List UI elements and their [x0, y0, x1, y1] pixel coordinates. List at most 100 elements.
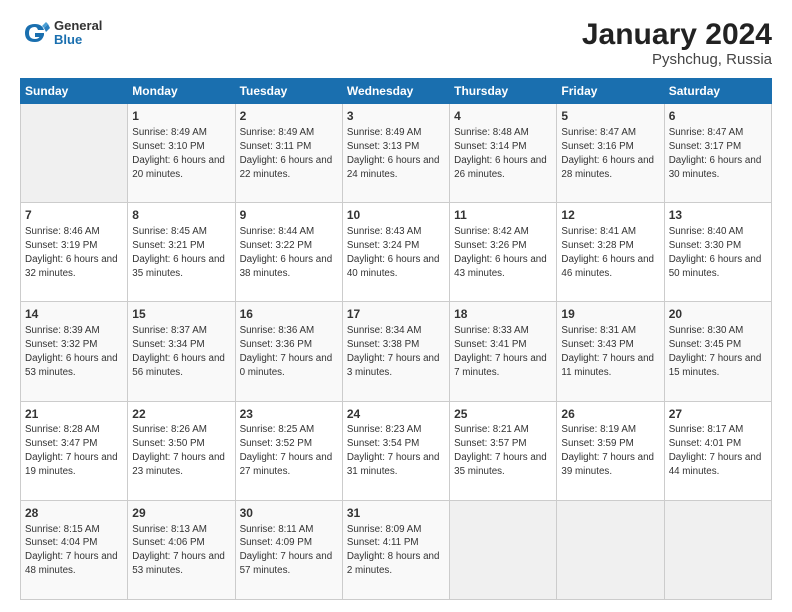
logo-icon	[20, 18, 50, 48]
cell-info: Sunrise: 8:45 AM Sunset: 3:21 PM Dayligh…	[132, 225, 230, 281]
cell-info: Sunrise: 8:28 AM Sunset: 3:47 PM Dayligh…	[25, 423, 123, 479]
day-number: 28	[25, 505, 123, 522]
day-number: 12	[561, 207, 659, 224]
day-number: 17	[347, 306, 445, 323]
cell-info: Sunrise: 8:19 AM Sunset: 3:59 PM Dayligh…	[561, 423, 659, 479]
page-title: January 2024	[582, 18, 772, 51]
day-number: 10	[347, 207, 445, 224]
cell-info: Sunrise: 8:11 AM Sunset: 4:09 PM Dayligh…	[240, 523, 338, 579]
cell-info: Sunrise: 8:30 AM Sunset: 3:45 PM Dayligh…	[669, 324, 767, 380]
day-number: 16	[240, 306, 338, 323]
calendar-cell: 2Sunrise: 8:49 AM Sunset: 3:11 PM Daylig…	[235, 104, 342, 203]
calendar-cell: 5Sunrise: 8:47 AM Sunset: 3:16 PM Daylig…	[557, 104, 664, 203]
weekday-header: Tuesday	[235, 79, 342, 104]
calendar-cell: 31Sunrise: 8:09 AM Sunset: 4:11 PM Dayli…	[342, 500, 449, 599]
cell-info: Sunrise: 8:44 AM Sunset: 3:22 PM Dayligh…	[240, 225, 338, 281]
calendar-cell: 30Sunrise: 8:11 AM Sunset: 4:09 PM Dayli…	[235, 500, 342, 599]
calendar-cell: 6Sunrise: 8:47 AM Sunset: 3:17 PM Daylig…	[664, 104, 771, 203]
calendar-week-row: 1Sunrise: 8:49 AM Sunset: 3:10 PM Daylig…	[21, 104, 772, 203]
calendar-cell: 8Sunrise: 8:45 AM Sunset: 3:21 PM Daylig…	[128, 203, 235, 302]
day-number: 11	[454, 207, 552, 224]
calendar-header-row: SundayMondayTuesdayWednesdayThursdayFrid…	[21, 79, 772, 104]
calendar-week-row: 14Sunrise: 8:39 AM Sunset: 3:32 PM Dayli…	[21, 302, 772, 401]
day-number: 14	[25, 306, 123, 323]
calendar-cell: 14Sunrise: 8:39 AM Sunset: 3:32 PM Dayli…	[21, 302, 128, 401]
cell-info: Sunrise: 8:15 AM Sunset: 4:04 PM Dayligh…	[25, 523, 123, 579]
day-number: 27	[669, 406, 767, 423]
day-number: 15	[132, 306, 230, 323]
calendar-cell: 10Sunrise: 8:43 AM Sunset: 3:24 PM Dayli…	[342, 203, 449, 302]
logo: General Blue	[20, 18, 102, 48]
calendar-cell: 23Sunrise: 8:25 AM Sunset: 3:52 PM Dayli…	[235, 401, 342, 500]
day-number: 8	[132, 207, 230, 224]
calendar-cell: 1Sunrise: 8:49 AM Sunset: 3:10 PM Daylig…	[128, 104, 235, 203]
day-number: 21	[25, 406, 123, 423]
calendar-cell: 4Sunrise: 8:48 AM Sunset: 3:14 PM Daylig…	[450, 104, 557, 203]
cell-info: Sunrise: 8:46 AM Sunset: 3:19 PM Dayligh…	[25, 225, 123, 281]
calendar-cell: 15Sunrise: 8:37 AM Sunset: 3:34 PM Dayli…	[128, 302, 235, 401]
weekday-header: Monday	[128, 79, 235, 104]
calendar-cell: 3Sunrise: 8:49 AM Sunset: 3:13 PM Daylig…	[342, 104, 449, 203]
day-number: 26	[561, 406, 659, 423]
calendar-cell	[21, 104, 128, 203]
day-number: 25	[454, 406, 552, 423]
cell-info: Sunrise: 8:41 AM Sunset: 3:28 PM Dayligh…	[561, 225, 659, 281]
cell-info: Sunrise: 8:34 AM Sunset: 3:38 PM Dayligh…	[347, 324, 445, 380]
cell-info: Sunrise: 8:09 AM Sunset: 4:11 PM Dayligh…	[347, 523, 445, 579]
calendar-cell: 20Sunrise: 8:30 AM Sunset: 3:45 PM Dayli…	[664, 302, 771, 401]
cell-info: Sunrise: 8:40 AM Sunset: 3:30 PM Dayligh…	[669, 225, 767, 281]
weekday-header: Wednesday	[342, 79, 449, 104]
calendar-week-row: 7Sunrise: 8:46 AM Sunset: 3:19 PM Daylig…	[21, 203, 772, 302]
page-subtitle: Pyshchug, Russia	[582, 51, 772, 68]
calendar-cell: 22Sunrise: 8:26 AM Sunset: 3:50 PM Dayli…	[128, 401, 235, 500]
cell-info: Sunrise: 8:21 AM Sunset: 3:57 PM Dayligh…	[454, 423, 552, 479]
calendar-cell: 26Sunrise: 8:19 AM Sunset: 3:59 PM Dayli…	[557, 401, 664, 500]
cell-info: Sunrise: 8:13 AM Sunset: 4:06 PM Dayligh…	[132, 523, 230, 579]
logo-line1: General	[54, 19, 102, 33]
calendar-cell: 21Sunrise: 8:28 AM Sunset: 3:47 PM Dayli…	[21, 401, 128, 500]
calendar-cell: 28Sunrise: 8:15 AM Sunset: 4:04 PM Dayli…	[21, 500, 128, 599]
day-number: 1	[132, 108, 230, 125]
calendar-cell: 13Sunrise: 8:40 AM Sunset: 3:30 PM Dayli…	[664, 203, 771, 302]
calendar-cell: 11Sunrise: 8:42 AM Sunset: 3:26 PM Dayli…	[450, 203, 557, 302]
weekday-header: Sunday	[21, 79, 128, 104]
weekday-header: Thursday	[450, 79, 557, 104]
calendar-cell	[664, 500, 771, 599]
cell-info: Sunrise: 8:49 AM Sunset: 3:11 PM Dayligh…	[240, 126, 338, 182]
weekday-header: Saturday	[664, 79, 771, 104]
cell-info: Sunrise: 8:25 AM Sunset: 3:52 PM Dayligh…	[240, 423, 338, 479]
cell-info: Sunrise: 8:26 AM Sunset: 3:50 PM Dayligh…	[132, 423, 230, 479]
day-number: 9	[240, 207, 338, 224]
cell-info: Sunrise: 8:39 AM Sunset: 3:32 PM Dayligh…	[25, 324, 123, 380]
calendar-cell: 25Sunrise: 8:21 AM Sunset: 3:57 PM Dayli…	[450, 401, 557, 500]
logo-line2: Blue	[54, 33, 102, 47]
calendar-cell: 27Sunrise: 8:17 AM Sunset: 4:01 PM Dayli…	[664, 401, 771, 500]
calendar-cell: 12Sunrise: 8:41 AM Sunset: 3:28 PM Dayli…	[557, 203, 664, 302]
calendar-cell: 17Sunrise: 8:34 AM Sunset: 3:38 PM Dayli…	[342, 302, 449, 401]
day-number: 31	[347, 505, 445, 522]
day-number: 3	[347, 108, 445, 125]
cell-info: Sunrise: 8:43 AM Sunset: 3:24 PM Dayligh…	[347, 225, 445, 281]
title-block: January 2024 Pyshchug, Russia	[582, 18, 772, 68]
cell-info: Sunrise: 8:42 AM Sunset: 3:26 PM Dayligh…	[454, 225, 552, 281]
calendar-cell	[450, 500, 557, 599]
cell-info: Sunrise: 8:49 AM Sunset: 3:13 PM Dayligh…	[347, 126, 445, 182]
day-number: 29	[132, 505, 230, 522]
day-number: 13	[669, 207, 767, 224]
calendar-cell: 9Sunrise: 8:44 AM Sunset: 3:22 PM Daylig…	[235, 203, 342, 302]
cell-info: Sunrise: 8:47 AM Sunset: 3:17 PM Dayligh…	[669, 126, 767, 182]
day-number: 4	[454, 108, 552, 125]
calendar-cell	[557, 500, 664, 599]
cell-info: Sunrise: 8:17 AM Sunset: 4:01 PM Dayligh…	[669, 423, 767, 479]
day-number: 6	[669, 108, 767, 125]
calendar-week-row: 21Sunrise: 8:28 AM Sunset: 3:47 PM Dayli…	[21, 401, 772, 500]
cell-info: Sunrise: 8:47 AM Sunset: 3:16 PM Dayligh…	[561, 126, 659, 182]
day-number: 7	[25, 207, 123, 224]
day-number: 24	[347, 406, 445, 423]
calendar-cell: 18Sunrise: 8:33 AM Sunset: 3:41 PM Dayli…	[450, 302, 557, 401]
calendar-cell: 7Sunrise: 8:46 AM Sunset: 3:19 PM Daylig…	[21, 203, 128, 302]
cell-info: Sunrise: 8:36 AM Sunset: 3:36 PM Dayligh…	[240, 324, 338, 380]
day-number: 23	[240, 406, 338, 423]
cell-info: Sunrise: 8:33 AM Sunset: 3:41 PM Dayligh…	[454, 324, 552, 380]
calendar-cell: 24Sunrise: 8:23 AM Sunset: 3:54 PM Dayli…	[342, 401, 449, 500]
